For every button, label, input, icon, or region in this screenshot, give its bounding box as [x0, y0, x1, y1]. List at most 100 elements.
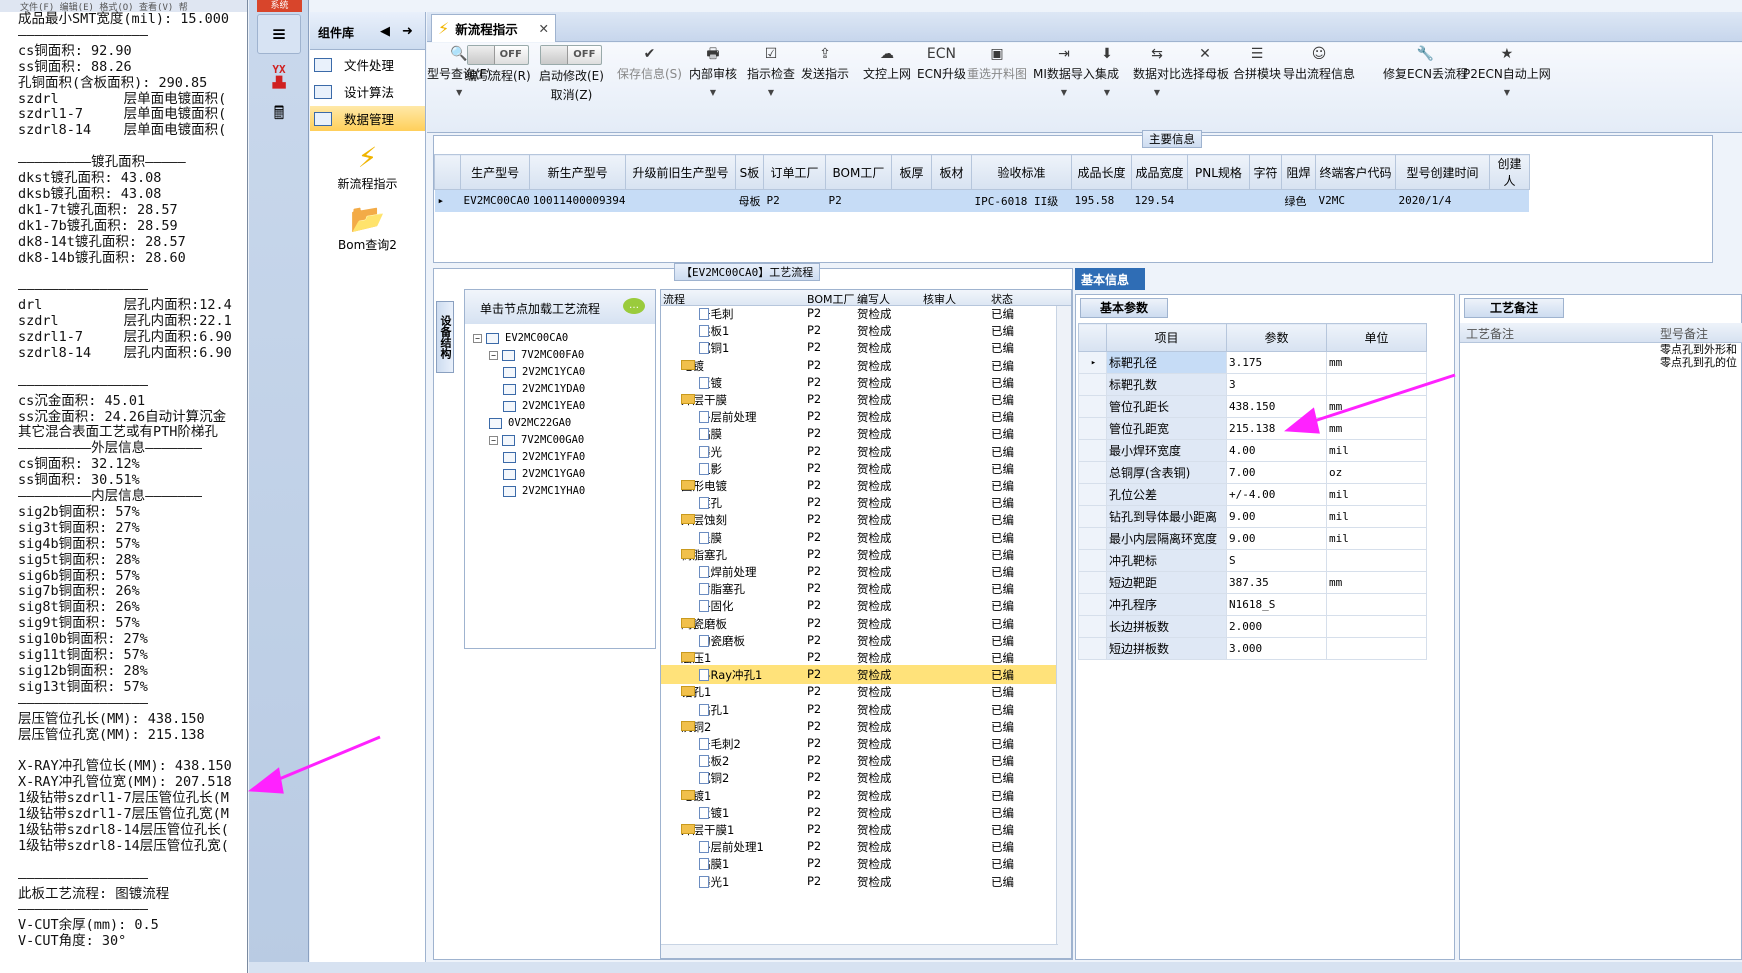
table-row[interactable]: ▸ EV2MC00CA0 10011400009394 母板 P2 P2 IPC-6018 … [434, 189, 1530, 212]
flow-row[interactable]: −层压1 P2 贺检成 已编 [661, 648, 1056, 667]
table-cell[interactable] [1187, 189, 1250, 212]
toolbar-button[interactable]: ☁ 文控上网 [863, 45, 911, 82]
column-header[interactable]: 板材 [930, 154, 972, 190]
chevron-down-icon[interactable]: ▼ [1133, 88, 1181, 97]
param-value-cell[interactable]: 9.00 [1226, 527, 1327, 550]
flow-row[interactable]: −外层蚀刻 P2 贺检成 已编 [661, 510, 1056, 529]
param-value-cell[interactable]: 438.150 [1226, 395, 1327, 418]
chevron-down-icon[interactable]: ▼ [747, 88, 795, 97]
params-row[interactable]: 总铜厚(含表铜) 7.00 oz [1078, 461, 1427, 484]
flow-row[interactable]: 沉铜2 P2 贺检成 已编 [661, 768, 1056, 787]
flow-row[interactable]: −外层干膜1 P2 贺检成 已编 [661, 820, 1056, 839]
table-cell[interactable] [1249, 189, 1282, 212]
tree-node[interactable]: 2V2MC1YDA0 [503, 383, 585, 395]
tree-node[interactable]: 2V2MC1YHA0 [503, 485, 585, 497]
flow-row[interactable]: 阻焊前处理 P2 贺检成 已编 [661, 562, 1056, 581]
param-value-cell[interactable]: N1618_S [1226, 593, 1327, 616]
column-header[interactable]: S板 [734, 154, 764, 190]
tree-node[interactable]: − 7V2MC00FA0 [489, 349, 584, 361]
chevron-down-icon[interactable]: ▼ [1095, 88, 1119, 97]
calculator-icon[interactable]: 🖩 [257, 96, 301, 136]
table-cell[interactable]: 母板 [735, 189, 764, 212]
param-value-cell[interactable]: 4.00 [1226, 439, 1327, 462]
flow-row[interactable]: 板镀 P2 贺检成 已编 [661, 373, 1056, 392]
tree-node[interactable]: 2V2MC1YEA0 [503, 400, 585, 412]
flow-row[interactable]: 去毛刺 P2 贺检成 已编 [661, 304, 1056, 323]
toolbar-button[interactable]: ⇆ 数据对比 ▼ [1133, 45, 1181, 97]
flow-row[interactable]: 退膜 P2 贺检成 已编 [661, 528, 1056, 547]
column-header[interactable]: 成品宽度 [1130, 154, 1188, 190]
flow-row[interactable]: 板镀1 P2 贺检成 已编 [661, 803, 1056, 822]
table-cell[interactable] [891, 189, 932, 212]
flow-row[interactable]: 沉铜1 P2 贺检成 已编 [661, 338, 1056, 357]
horizontal-scrollbar[interactable] [661, 944, 1058, 958]
flow-row[interactable]: 外层前处理1 P2 贺检成 已编 [661, 837, 1056, 856]
component-item[interactable]: 设计算法 [310, 79, 425, 104]
param-value-cell[interactable]: 215.138 [1226, 417, 1327, 440]
toolbar-button[interactable]: 🖶 内部审核 ▼ [689, 45, 737, 97]
param-value-cell[interactable]: S [1226, 549, 1327, 572]
collapse-toggle[interactable]: − [489, 350, 498, 360]
param-value-cell[interactable]: 7.00 [1226, 461, 1327, 484]
param-value-cell[interactable]: 9.00 [1226, 505, 1327, 528]
toolbar-button[interactable]: ✔ 保存信息(S) [617, 45, 682, 82]
tree-node[interactable]: − 7V2MC00GA0 [489, 434, 584, 446]
component-big-item[interactable]: 📂 Bom查询2 [310, 202, 425, 253]
table-cell[interactable]: P2 [763, 189, 826, 212]
table-cell[interactable] [1489, 189, 1530, 212]
column-header[interactable]: 升级前旧生产型号 [624, 154, 736, 190]
flow-row[interactable]: 曝光 P2 贺检成 已编 [661, 442, 1056, 461]
toolbar-button[interactable]: ⬇ 集成 ▼ [1095, 45, 1119, 97]
flow-row[interactable]: 终固化 P2 贺检成 已编 [661, 596, 1056, 615]
params-column-header[interactable]: 项目 [1106, 323, 1227, 352]
params-column-header[interactable]: 参数 [1226, 323, 1327, 352]
params-row[interactable]: 冲孔程序 N1618_S [1078, 593, 1427, 616]
pin-icon[interactable]: ➜ [402, 24, 413, 39]
column-header[interactable]: 板厚 [890, 154, 932, 190]
params-row[interactable]: 管位孔距长 438.150 mm [1078, 395, 1427, 418]
tree-node[interactable]: 2V2MC1YFA0 [503, 451, 585, 463]
flow-row[interactable]: −电镀 P2 贺检成 已编 [661, 356, 1056, 375]
flow-row[interactable]: −沉铜2 P2 贺检成 已编 [661, 717, 1056, 736]
tree-node[interactable]: 2V2MC1YCA0 [503, 366, 585, 378]
toolbar-button[interactable]: 🔧 修复ECN丢流程 [1383, 45, 1468, 82]
params-row[interactable]: 长边拼板数 2.000 [1078, 615, 1427, 638]
flow-row[interactable]: 外层前处理 P2 贺检成 已编 [661, 407, 1056, 426]
chevron-down-icon[interactable]: ▼ [689, 88, 737, 97]
toolbar-button[interactable]: ☰ 合拼模块 [1233, 45, 1281, 82]
notepad-panel[interactable]: 文件(F) 编辑(E) 格式(O) 查看(V) 帮 成品最小SMT宽度(mil)… [0, 0, 248, 973]
chevron-down-icon[interactable]: ▼ [1463, 88, 1551, 97]
column-header[interactable]: 终端客户代码 [1314, 154, 1396, 190]
toolbar-button[interactable]: ☑ 指示检查 ▼ [747, 45, 795, 97]
flow-row[interactable]: −电镀1 P2 贺检成 已编 [661, 786, 1056, 805]
column-header[interactable]: BOM工厂 [824, 154, 892, 190]
column-header[interactable]: 成品长度 [1070, 154, 1132, 190]
column-header[interactable]: 字符 [1248, 154, 1282, 190]
flow-row[interactable]: 陶瓷磨板 P2 贺检成 已编 [661, 631, 1056, 650]
table-cell[interactable]: EV2MC00CA0 [460, 189, 530, 212]
toolbar-button[interactable]: ☺ 导出流程信息 [1283, 45, 1355, 82]
column-header[interactable]: 创建人 [1488, 154, 1530, 190]
toolbar-button[interactable]: ✕ 选择母板 [1181, 45, 1229, 82]
params-row[interactable]: 孔位公差 +/-4.00 mil [1078, 483, 1427, 506]
flow-row[interactable]: −树脂塞孔 P2 贺检成 已编 [661, 545, 1056, 564]
table-cell[interactable]: 195.58 [1071, 189, 1132, 212]
flow-row[interactable]: −钻孔1 P2 贺检成 已编 [661, 682, 1056, 701]
collapse-toggle[interactable]: − [489, 435, 498, 445]
table-cell[interactable]: 绿色 [1281, 189, 1316, 212]
column-header[interactable]: 生产型号 [459, 154, 531, 190]
table-cell[interactable]: V2MC [1315, 189, 1396, 212]
yx-app-icon[interactable]: YX ▟▙ [257, 56, 301, 96]
system-label[interactable]: 系统 [257, 0, 302, 12]
column-header[interactable]: PNL规格 [1186, 154, 1250, 190]
flow-row[interactable]: X-Ray冲孔1 P2 贺检成 已编 [661, 665, 1056, 685]
param-value-cell[interactable]: 387.35 [1226, 571, 1327, 594]
flow-row[interactable]: 烘板1 P2 贺检成 已编 [661, 321, 1056, 340]
column-header[interactable]: 验收标准 [970, 154, 1072, 190]
toolbar-button[interactable]: ▣ 重选开料图 [967, 45, 1027, 82]
toolbar-button[interactable]: OFF 编写流程(R) [465, 45, 531, 84]
param-value-cell[interactable]: 2.000 [1226, 615, 1327, 638]
side-tab-structure[interactable]: 设备结构 [436, 301, 454, 373]
tab-basic-params[interactable]: 基本参数 [1080, 298, 1168, 318]
tab-basic-info[interactable]: 基本信息 [1075, 268, 1145, 290]
